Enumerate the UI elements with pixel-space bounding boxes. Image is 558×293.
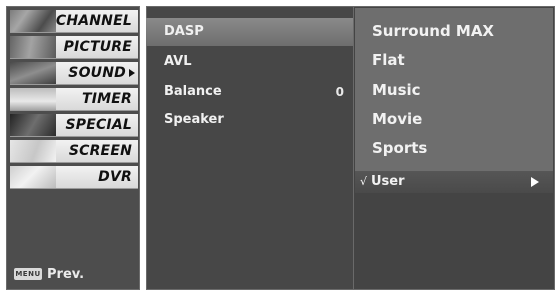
menu-item-picture[interactable]: PICTURE: [10, 36, 138, 59]
submenu-item-balance[interactable]: Balance 0: [146, 78, 354, 106]
menu-item-label: SPECIAL: [65, 117, 132, 133]
submenu-item-label: Speaker: [164, 112, 224, 127]
option-label: Music: [372, 81, 421, 99]
menu-item-label: DVR: [98, 169, 132, 185]
option-movie[interactable]: Movie: [355, 105, 553, 134]
channel-thumbnail-icon: [10, 10, 56, 32]
picture-thumbnail-icon: [10, 36, 56, 58]
screen-thumbnail-icon: [10, 140, 56, 162]
timer-thumbnail-icon: [10, 88, 56, 110]
menu-item-label: TIMER: [81, 91, 132, 107]
menu-item-label: CHANNEL: [55, 13, 132, 29]
menu-item-timer[interactable]: TIMER: [10, 88, 138, 111]
prev-label: Prev.: [47, 266, 85, 282]
dasp-options-list: Surround MAX Flat Music Movie Sports: [355, 8, 553, 172]
option-user[interactable]: √ User: [355, 171, 553, 193]
menu-item-dvr[interactable]: DVR: [10, 166, 138, 189]
option-sports[interactable]: Sports: [355, 134, 553, 163]
option-label: Sports: [372, 139, 428, 157]
menu-item-sound[interactable]: SOUND: [10, 62, 138, 85]
play-arrow-icon[interactable]: [531, 177, 539, 187]
option-surround-max[interactable]: Surround MAX: [355, 17, 553, 46]
option-label: User: [371, 174, 405, 189]
option-label: Flat: [372, 51, 405, 69]
sound-thumbnail-icon: [10, 62, 56, 84]
submenu-item-label: AVL: [164, 54, 192, 69]
menu-item-channel[interactable]: CHANNEL: [10, 10, 138, 33]
submenu-arrow-icon: [129, 69, 135, 77]
menu-item-special[interactable]: SPECIAL: [10, 114, 138, 137]
menu-item-label: PICTURE: [63, 39, 132, 55]
menu-item-label: SOUND: [68, 65, 126, 81]
menu-item-screen[interactable]: SCREEN: [10, 140, 138, 163]
option-music[interactable]: Music: [355, 76, 553, 105]
tv-osd-screen: CHANNEL PICTURE SOUND TIMER SPECIAL SCRE…: [0, 0, 558, 293]
menu-key-icon[interactable]: MENU: [14, 268, 42, 280]
menu-footer: MENU Prev.: [14, 266, 84, 282]
dasp-options-menu: Surround MAX Flat Music Movie Sports √ U…: [353, 6, 555, 290]
check-mark-icon: √: [360, 175, 368, 188]
submenu-item-dasp[interactable]: DASP: [146, 18, 354, 46]
special-thumbnail-icon: [10, 114, 56, 136]
option-flat[interactable]: Flat: [355, 46, 553, 75]
submenu-item-label: DASP: [164, 24, 204, 39]
main-menu: CHANNEL PICTURE SOUND TIMER SPECIAL SCRE…: [6, 6, 140, 290]
submenu-item-label: Balance: [164, 84, 222, 99]
menu-item-label: SCREEN: [68, 143, 132, 159]
sound-submenu: DASP AVL Balance 0 Speaker: [146, 6, 354, 290]
option-label: Movie: [372, 110, 423, 128]
dvr-thumbnail-icon: [10, 166, 56, 188]
submenu-item-speaker[interactable]: Speaker: [146, 106, 354, 134]
balance-value: 0: [335, 85, 344, 99]
option-label: Surround MAX: [372, 22, 494, 40]
submenu-item-avl[interactable]: AVL: [146, 48, 354, 76]
